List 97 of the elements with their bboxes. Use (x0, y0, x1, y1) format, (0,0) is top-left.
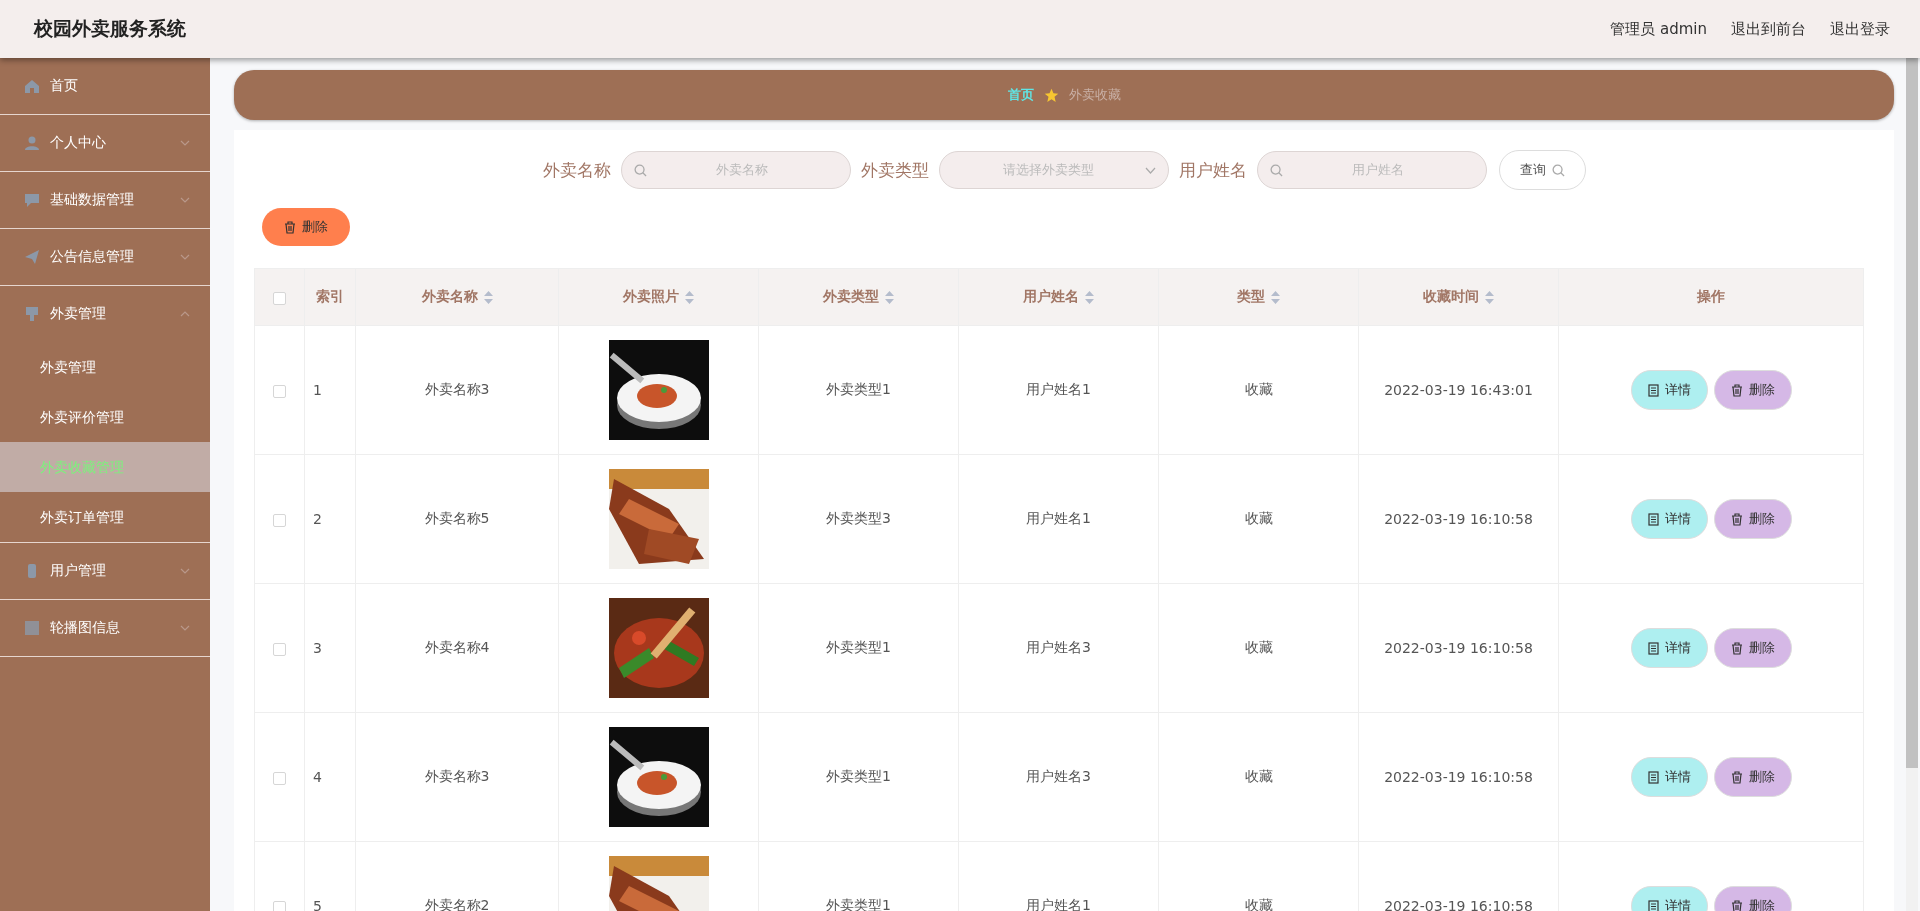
table-cell: 2022-03-19 16:43:01 (1358, 325, 1559, 455)
column-header[interactable]: 类型 (1158, 268, 1359, 326)
trash-icon (1730, 899, 1743, 911)
trash-icon (1730, 512, 1743, 526)
menu-item[interactable]: 用户管理 (0, 543, 210, 600)
details-button[interactable]: 详情 (1630, 757, 1708, 797)
document-icon (1647, 899, 1659, 911)
menu-item[interactable]: 首页 (0, 58, 210, 115)
sort-icon (685, 290, 694, 304)
table-cell: 外卖类型1 (758, 712, 959, 842)
brush-icon (24, 306, 40, 322)
app-title: 校园外卖服务系统 (34, 16, 187, 41)
submenu-item[interactable]: 外卖评价管理 (0, 392, 210, 442)
submenu-item[interactable]: 外卖管理 (0, 342, 210, 392)
plane-icon (24, 249, 40, 265)
document-icon (1647, 770, 1659, 784)
header-link[interactable]: 退出到前台 (1731, 19, 1806, 39)
sort-icon (483, 290, 493, 304)
delete-button[interactable]: 删除 (1713, 499, 1792, 539)
checkbox[interactable] (273, 513, 286, 527)
scrollbar[interactable] (1906, 58, 1918, 911)
table-cell: 4 (304, 712, 356, 842)
table-cell: 外卖类型3 (758, 454, 959, 584)
table-cell: 3 (304, 583, 356, 713)
checkbox[interactable] (273, 291, 286, 305)
table-cell: 外卖名称5 (355, 454, 559, 584)
checkbox[interactable] (273, 642, 286, 656)
table-cell: 收藏 (1158, 325, 1359, 455)
breadcrumb-current: 外卖收藏 (1068, 86, 1121, 104)
menu-item[interactable]: 轮播图信息 (0, 600, 210, 657)
sort-icon (1085, 290, 1094, 304)
table-cell: 用户姓名3 (958, 583, 1159, 713)
header-link[interactable]: 管理员 admin (1610, 19, 1707, 39)
details-button[interactable]: 详情 (1630, 886, 1708, 911)
field-label: 外卖类型 (860, 158, 929, 182)
table-cell: 用户姓名3 (958, 712, 1159, 842)
star-icon (1043, 87, 1059, 103)
search-icon (1269, 163, 1283, 177)
document-icon (1647, 512, 1659, 526)
document-icon (1647, 641, 1659, 655)
table-cell: 外卖名称3 (355, 712, 559, 842)
delete-button[interactable]: 删除 (1713, 628, 1792, 668)
trash-icon (1730, 383, 1743, 397)
table-cell: 1 (304, 325, 356, 455)
table-cell: 收藏 (1158, 454, 1359, 584)
submenu-item[interactable]: 外卖订单管理 (0, 492, 210, 542)
column-header: 操作 (1558, 268, 1864, 326)
trash-icon (1730, 641, 1743, 655)
table-cell: 外卖名称4 (355, 583, 559, 713)
field-label: 外卖名称 (542, 158, 611, 182)
breadcrumb-link[interactable]: 首页 (1007, 86, 1034, 104)
delete-button[interactable]: 删除 (262, 208, 350, 246)
chat-icon (24, 192, 40, 208)
table-cell: 2022-03-19 16:10:58 (1358, 454, 1559, 584)
delete-button[interactable]: 删除 (1713, 757, 1792, 797)
trash-icon (284, 220, 296, 234)
delete-button[interactable]: 删除 (1713, 370, 1792, 410)
column-header[interactable]: 外卖照片 (558, 268, 759, 326)
header-link[interactable]: 退出登录 (1830, 19, 1890, 39)
table-cell: 外卖名称3 (355, 325, 559, 455)
search-icon (1551, 163, 1565, 177)
sort-icon (885, 290, 894, 304)
menu-item[interactable]: 外卖管理 (0, 286, 210, 342)
column-header[interactable]: 用户姓名 (958, 268, 1159, 326)
details-button[interactable]: 详情 (1630, 499, 1708, 539)
home-icon (24, 78, 40, 94)
sort-icon (1485, 290, 1494, 304)
search-icon (633, 163, 647, 177)
details-button[interactable]: 详情 (1630, 370, 1708, 410)
chevron-icon (1144, 166, 1156, 174)
checkbox[interactable] (273, 384, 286, 398)
table-cell: 收藏 (1158, 583, 1359, 713)
delete-button[interactable]: 删除 (1713, 886, 1792, 911)
table-cell: 外卖类型1 (758, 583, 959, 713)
menu-item[interactable]: 基础数据管理 (0, 172, 210, 229)
table-cell: 收藏 (1158, 712, 1359, 842)
query-button[interactable]: 查询 (1498, 150, 1586, 190)
table-cell: 用户姓名1 (958, 325, 1159, 455)
menu-item[interactable]: 公告信息管理 (0, 229, 210, 286)
trash-icon (1730, 770, 1743, 784)
checkbox[interactable] (273, 771, 286, 785)
field-label: 用户姓名 (1178, 158, 1247, 182)
user-icon (24, 135, 40, 151)
sort-icon (1271, 290, 1280, 304)
table-cell: 2022-03-19 16:10:58 (1358, 712, 1559, 842)
checkbox[interactable] (273, 900, 286, 911)
table-cell: 外卖类型1 (758, 325, 959, 455)
document-icon (1647, 383, 1659, 397)
table-cell: 2 (304, 454, 356, 584)
column-header[interactable]: 外卖类型 (758, 268, 959, 326)
table-cell: 用户姓名1 (958, 454, 1159, 584)
details-button[interactable]: 详情 (1630, 628, 1708, 668)
column-header[interactable]: 收藏时间 (1358, 268, 1559, 326)
table-cell: 2022-03-19 16:10:58 (1358, 583, 1559, 713)
column-header[interactable]: 外卖名称 (355, 268, 559, 326)
menu-item[interactable]: 个人中心 (0, 115, 210, 172)
column-header: 索引 (304, 268, 356, 326)
